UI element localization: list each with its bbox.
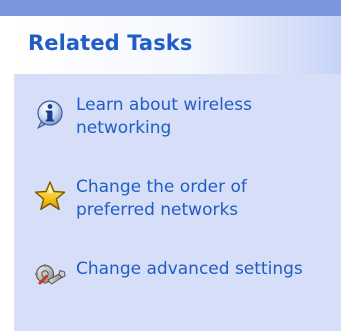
task-label-advanced-settings[interactable]: Change advanced settings	[76, 258, 326, 281]
task-label-change-order[interactable]: Change the order of preferred networks	[76, 176, 326, 222]
task-learn-wireless[interactable]: Learn about wireless networking	[14, 94, 341, 154]
panel-header[interactable]: Related Tasks	[14, 16, 341, 74]
info-icon	[34, 98, 66, 130]
related-tasks-panel: Related Tasks Learn about wireless netwo…	[14, 16, 341, 331]
task-label-learn-wireless[interactable]: Learn about wireless networking	[76, 94, 326, 140]
settings-wrench-icon	[34, 262, 66, 294]
top-strip	[0, 0, 341, 16]
panel-title: Related Tasks	[28, 31, 193, 55]
task-advanced-settings[interactable]: Change advanced settings	[14, 258, 341, 318]
star-icon	[34, 180, 66, 212]
task-change-order[interactable]: Change the order of preferred networks	[14, 176, 341, 236]
